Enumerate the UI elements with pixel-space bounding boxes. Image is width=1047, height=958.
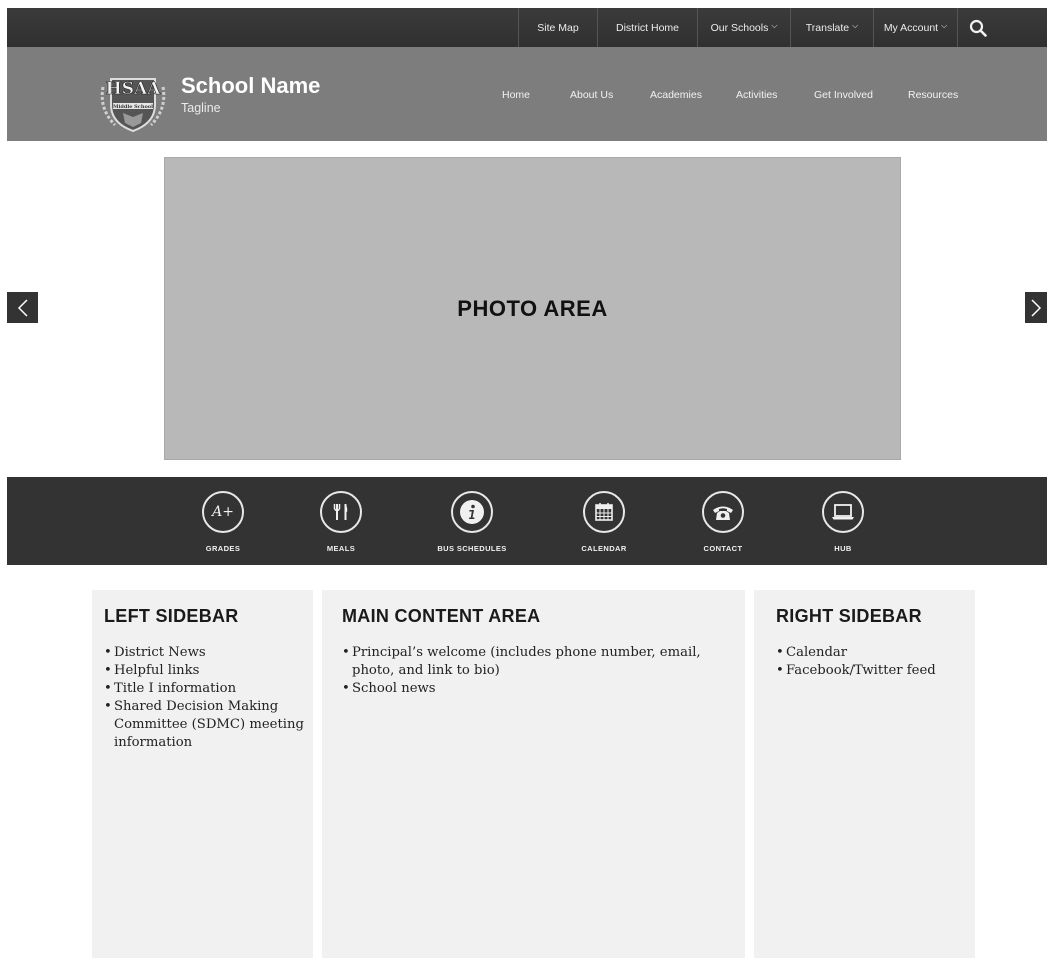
nav-item-academies[interactable]: Academies (650, 89, 702, 101)
list-item: Facebook/Twitter feed (776, 662, 971, 680)
quick-link-bus-schedules[interactable]: BUS SCHEDULES (427, 491, 517, 559)
carousel-prev-button[interactable] (7, 292, 38, 323)
quick-link-contact[interactable]: CONTACT (678, 491, 768, 559)
nav-item-about-us[interactable]: About Us (570, 89, 613, 101)
nav-item-activities[interactable]: Activities (736, 89, 777, 101)
nav-item-get-involved[interactable]: Get Involved (814, 89, 873, 101)
quick-link-hub[interactable]: HUB (798, 491, 888, 559)
list-item: Shared Decision Making Committee (SDMC) … (104, 698, 309, 752)
quick-link-label: HUB (834, 544, 852, 553)
utility-link-our-schools[interactable]: Our Schools ⌵ (697, 8, 790, 47)
left-sidebar-list: District News Helpful links Title I info… (104, 644, 309, 752)
carousel-next-button[interactable] (1025, 292, 1047, 323)
grades-icon: A+ (202, 491, 244, 533)
utility-link-label: Site Map (537, 21, 579, 34)
quick-link-label: GRADES (205, 544, 241, 553)
quick-link-circle (320, 491, 362, 533)
chevron-down-icon: ⌵ (852, 20, 859, 30)
quick-link-calendar[interactable]: CALENDAR (559, 491, 649, 559)
list-item: District News (104, 644, 309, 662)
quick-link-grades[interactable]: A+ GRADES (178, 491, 268, 559)
list-item: School news (342, 680, 722, 698)
photo-area-label: PHOTO AREA (457, 295, 608, 321)
utensils-icon (333, 504, 348, 520)
nav-item-resources[interactable]: Resources (908, 89, 958, 101)
quick-link-label: BUS SCHEDULES (437, 544, 507, 553)
phone-icon (713, 506, 733, 520)
utility-link-label: My Account (883, 21, 939, 34)
utility-bar: Site Map District Home Our Schools ⌵ Tra… (7, 8, 1047, 47)
utility-link-site-map[interactable]: Site Map (518, 8, 597, 47)
info-icon (460, 500, 484, 524)
laptop-icon (832, 504, 854, 520)
quick-link-circle (822, 491, 864, 533)
quick-link-label: CONTACT (703, 544, 743, 553)
search-button[interactable] (957, 8, 997, 47)
grades-icon-glyph: A+ (212, 504, 234, 520)
quick-link-meals[interactable]: MEALS (296, 491, 386, 559)
site-header: HSAA Middle School School Name Tagline H… (7, 47, 1047, 141)
chevron-down-icon: ⌵ (941, 20, 948, 30)
utility-link-label: Our Schools (710, 21, 769, 34)
quick-link-circle (583, 491, 625, 533)
utility-nav: Site Map District Home Our Schools ⌵ Tra… (518, 8, 957, 47)
left-sidebar-title: LEFT SIDEBAR (104, 606, 239, 626)
list-item: Helpful links (104, 662, 309, 680)
main-content-title: MAIN CONTENT AREA (342, 606, 541, 626)
list-item: Title I information (104, 680, 309, 698)
utility-link-label: District Home (615, 21, 679, 34)
quick-link-circle (702, 491, 744, 533)
quick-link-label: CALENDAR (581, 544, 627, 553)
utility-link-district-home[interactable]: District Home (597, 8, 697, 47)
chevron-left-icon (17, 298, 28, 317)
calendar-icon (595, 503, 613, 521)
main-nav: Home About Us Academies Activities Get I… (7, 89, 1047, 105)
quick-link-circle (451, 491, 493, 533)
list-item: Principal’s welcome (includes phone numb… (342, 644, 722, 680)
main-content-area: MAIN CONTENT AREA Principal’s welcome (i… (322, 590, 745, 958)
photo-area[interactable]: PHOTO AREA (164, 157, 901, 460)
main-content-list: Principal’s welcome (includes phone numb… (342, 644, 722, 698)
chevron-down-icon: ⌵ (771, 20, 778, 30)
right-sidebar-list: Calendar Facebook/Twitter feed (776, 644, 971, 680)
utility-link-translate[interactable]: Translate ⌵ (790, 8, 873, 47)
right-sidebar-title: RIGHT SIDEBAR (776, 606, 922, 626)
list-item: Calendar (776, 644, 971, 662)
nav-item-home[interactable]: Home (502, 89, 530, 101)
left-sidebar: LEFT SIDEBAR District News Helpful links… (92, 590, 313, 958)
search-icon (969, 19, 987, 37)
utility-link-label: Translate (805, 21, 850, 34)
chevron-right-icon (1031, 298, 1042, 317)
utility-link-my-account[interactable]: My Account ⌵ (873, 8, 957, 47)
quick-links-bar: A+ GRADES MEALS BUS SCHEDULES CALENDAR C… (7, 477, 1047, 565)
right-sidebar: RIGHT SIDEBAR Calendar Facebook/Twitter … (754, 590, 975, 958)
quick-link-label: MEALS (326, 544, 356, 553)
